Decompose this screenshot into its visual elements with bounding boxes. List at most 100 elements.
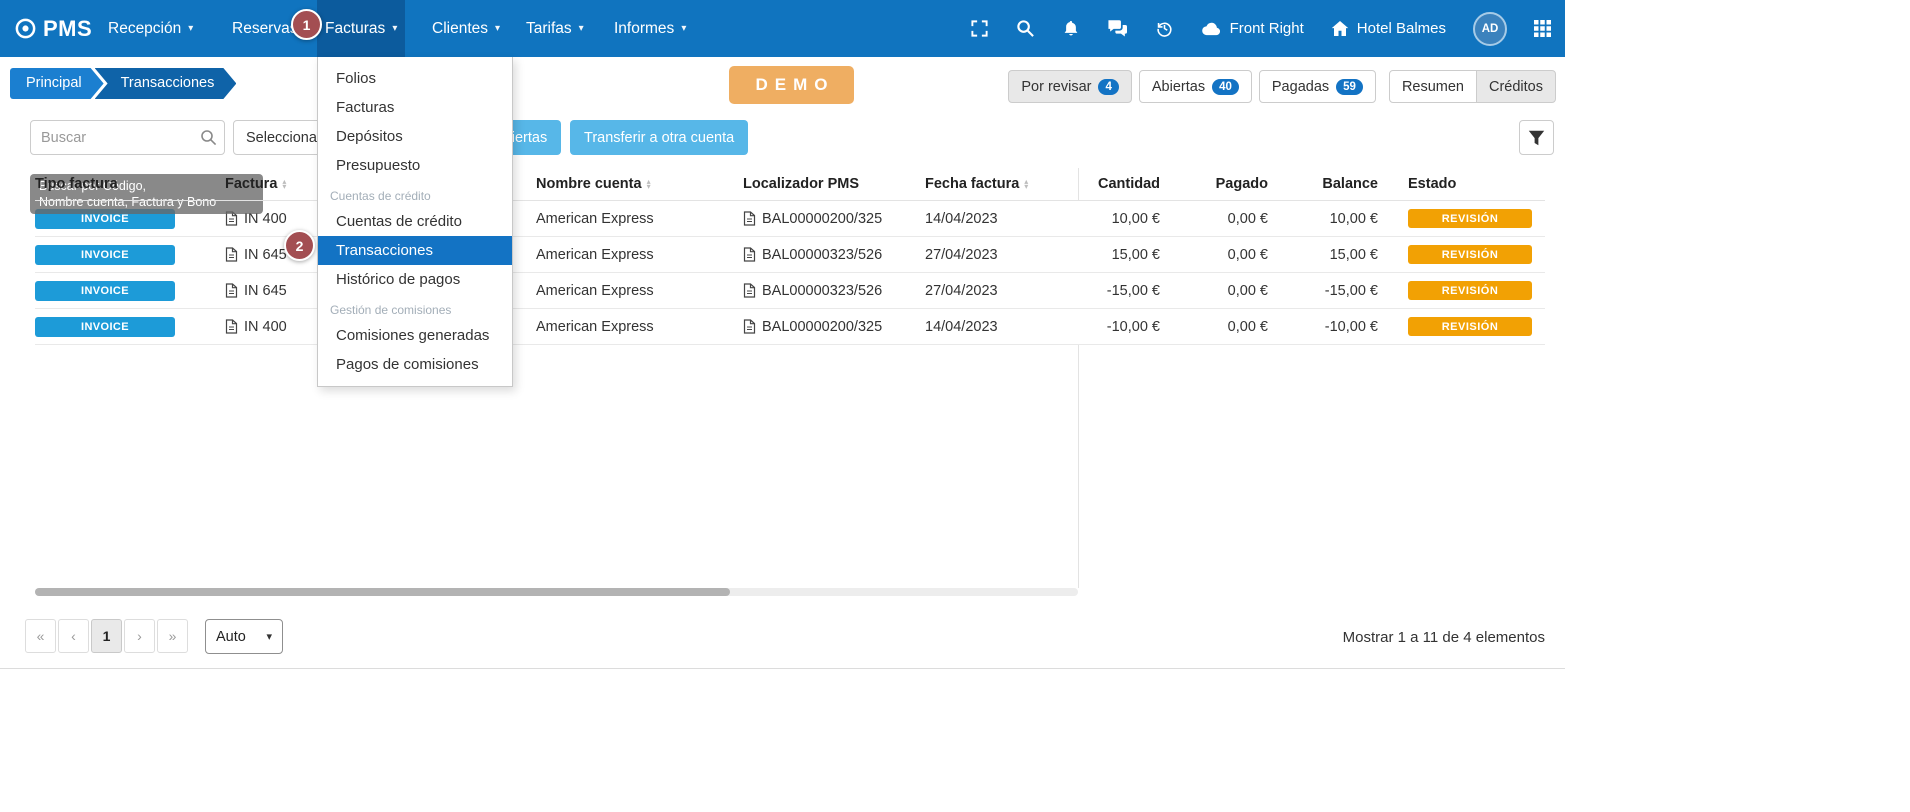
facturas-dropdown-menu: FoliosFacturasDepósitosPresupuestoCuenta… xyxy=(317,57,513,387)
step-annotation-2: 2 xyxy=(284,230,315,261)
menu-reservas-label: Reservas xyxy=(232,20,297,38)
page-1-button[interactable]: 1 xyxy=(91,619,122,653)
localizador-pms-cell: BAL00000323/526 xyxy=(762,283,882,299)
facturas-menu-section-header: Cuentas de crédito xyxy=(318,180,512,207)
hotel-selector[interactable]: Hotel Balmes xyxy=(1331,20,1446,37)
status-filter-buttons: Por revisar 4 Abiertas 40 Pagadas 59 Res… xyxy=(1008,70,1556,103)
menu-recepcion[interactable]: Recepción xyxy=(100,0,201,57)
invoice-type-badge: INVOICE xyxy=(35,317,175,337)
history-icon[interactable] xyxy=(1155,19,1174,38)
facturas-menu-item[interactable]: Presupuesto xyxy=(318,151,512,180)
cantidad-cell: -15,00 € xyxy=(1035,273,1160,308)
cantidad-cell: 15,00 € xyxy=(1035,237,1160,272)
front-right-button[interactable]: Front Right xyxy=(1201,20,1304,37)
next-page-button[interactable]: › xyxy=(124,619,155,653)
filter-abiertas-button[interactable]: Abiertas 40 xyxy=(1139,70,1252,103)
factura-number: IN 400 xyxy=(244,319,287,335)
menu-facturas[interactable]: Facturas xyxy=(317,0,405,57)
document-icon xyxy=(743,211,756,226)
creditos-button[interactable]: Créditos xyxy=(1476,70,1556,103)
notifications-bell-icon[interactable] xyxy=(1062,19,1080,38)
header-estado[interactable]: Estado xyxy=(1404,168,1456,200)
page-size-value: Auto xyxy=(216,629,246,645)
facturas-menu-item[interactable]: Histórico de pagos xyxy=(318,265,512,294)
prev-page-button[interactable]: ‹ xyxy=(58,619,89,653)
horizontal-scrollbar-thumb[interactable] xyxy=(35,588,730,596)
facturas-menu-item[interactable]: Cuentas de crédito xyxy=(318,207,512,236)
avatar[interactable]: AD xyxy=(1473,12,1507,46)
menu-informes[interactable]: Informes xyxy=(606,0,694,57)
menu-tarifas[interactable]: Tarifas xyxy=(518,0,592,57)
header-fecha-factura[interactable]: Fecha factura xyxy=(925,168,1028,200)
header-localizador-pms[interactable]: Localizador PMS xyxy=(743,168,859,200)
hotel-label: Hotel Balmes xyxy=(1357,20,1446,37)
header-cantidad[interactable]: Cantidad xyxy=(1035,168,1160,200)
nombre-cuenta-cell: American Express xyxy=(536,237,654,272)
nombre-cuenta-cell: American Express xyxy=(536,309,654,344)
facturas-menu-item[interactable]: Pagos de comisiones xyxy=(318,350,512,379)
table-body: INVOICE IN 400 American Express BAL00000… xyxy=(35,201,1545,345)
fecha-factura-cell: 14/04/2023 xyxy=(925,309,998,344)
document-icon xyxy=(225,319,238,334)
pagado-cell: 0,00 € xyxy=(1168,273,1268,308)
status-badge: REVISIÓN xyxy=(1408,281,1532,300)
filter-funnel-button[interactable] xyxy=(1519,120,1554,155)
cloud-icon xyxy=(1201,21,1222,36)
navbar-right-tools: Front Right Hotel Balmes AD xyxy=(970,0,1551,57)
filter-por-revisar-button[interactable]: Por revisar 4 xyxy=(1008,70,1132,103)
apps-grid-icon[interactable] xyxy=(1534,20,1551,37)
demo-badge: DEMO xyxy=(729,66,854,104)
search-magnifier-icon xyxy=(200,129,217,151)
menu-tarifas-label: Tarifas xyxy=(526,20,572,38)
header-nombre-cuenta[interactable]: Nombre cuenta xyxy=(536,168,651,200)
nombre-cuenta-cell: American Express xyxy=(536,273,654,308)
document-icon xyxy=(743,283,756,298)
sort-icon xyxy=(282,179,286,189)
table-row[interactable]: INVOICE IN 400 American Express BAL00000… xyxy=(35,309,1545,345)
header-tipo-factura[interactable]: Tipo factura xyxy=(35,168,118,200)
pagado-cell: 0,00 € xyxy=(1168,309,1268,344)
facturas-menu-item[interactable]: Comisiones generadas xyxy=(318,321,512,350)
table-row[interactable]: INVOICE IN 645 American Express BAL00000… xyxy=(35,273,1545,309)
facturas-menu-item[interactable]: Folios xyxy=(318,64,512,93)
facturas-menu-item[interactable]: Transacciones xyxy=(318,236,512,265)
breadcrumb-transacciones[interactable]: Transacciones xyxy=(95,68,237,99)
page-size-select[interactable]: Auto xyxy=(205,619,283,654)
fullscreen-icon[interactable] xyxy=(970,19,989,38)
pms-logo-icon xyxy=(14,17,37,40)
messages-chat-icon[interactable] xyxy=(1107,19,1128,38)
localizador-pms-cell: BAL00000200/325 xyxy=(762,211,882,227)
search-input[interactable] xyxy=(30,120,225,155)
factura-number: IN 645 xyxy=(244,283,287,299)
menu-recepcion-label: Recepción xyxy=(108,20,181,38)
last-page-button[interactable]: » xyxy=(157,619,188,653)
view-button-group: Resumen Créditos xyxy=(1389,70,1556,103)
pms-logo-text: PMS xyxy=(43,16,92,42)
facturas-menu-item[interactable]: Depósitos xyxy=(318,122,512,151)
menu-clientes[interactable]: Clientes xyxy=(424,0,508,57)
horizontal-scrollbar[interactable] xyxy=(35,588,1078,596)
header-balance[interactable]: Balance xyxy=(1258,168,1378,200)
resumen-button[interactable]: Resumen xyxy=(1389,70,1477,103)
facturas-menu-item[interactable]: Facturas xyxy=(318,93,512,122)
localizador-pms-cell: BAL00000323/526 xyxy=(762,247,882,263)
breadcrumb-principal[interactable]: Principal xyxy=(10,68,104,99)
filter-por-revisar-label: Por revisar xyxy=(1021,79,1091,95)
status-badge: REVISIÓN xyxy=(1408,245,1532,264)
top-navbar: PMS Recepción Reservas Facturas Clientes… xyxy=(0,0,1565,57)
pms-logo[interactable]: PMS xyxy=(14,0,92,57)
status-badge: REVISIÓN xyxy=(1408,317,1532,336)
table-row[interactable]: INVOICE IN 645 American Express BAL00000… xyxy=(35,237,1545,273)
filter-pagadas-button[interactable]: Pagadas 59 xyxy=(1259,70,1376,103)
home-icon xyxy=(1331,20,1349,37)
breadcrumb: Principal Transacciones xyxy=(10,68,236,99)
sort-icon xyxy=(647,179,651,189)
header-pagado[interactable]: Pagado xyxy=(1168,168,1268,200)
cantidad-cell: -10,00 € xyxy=(1035,309,1160,344)
filter-pagadas-label: Pagadas xyxy=(1272,79,1329,95)
search-icon[interactable] xyxy=(1016,19,1035,38)
transfer-account-button[interactable]: Transferir a otra cuenta xyxy=(570,120,748,155)
header-factura[interactable]: Factura xyxy=(225,168,286,200)
pagado-cell: 0,00 € xyxy=(1168,201,1268,236)
first-page-button[interactable]: « xyxy=(25,619,56,653)
